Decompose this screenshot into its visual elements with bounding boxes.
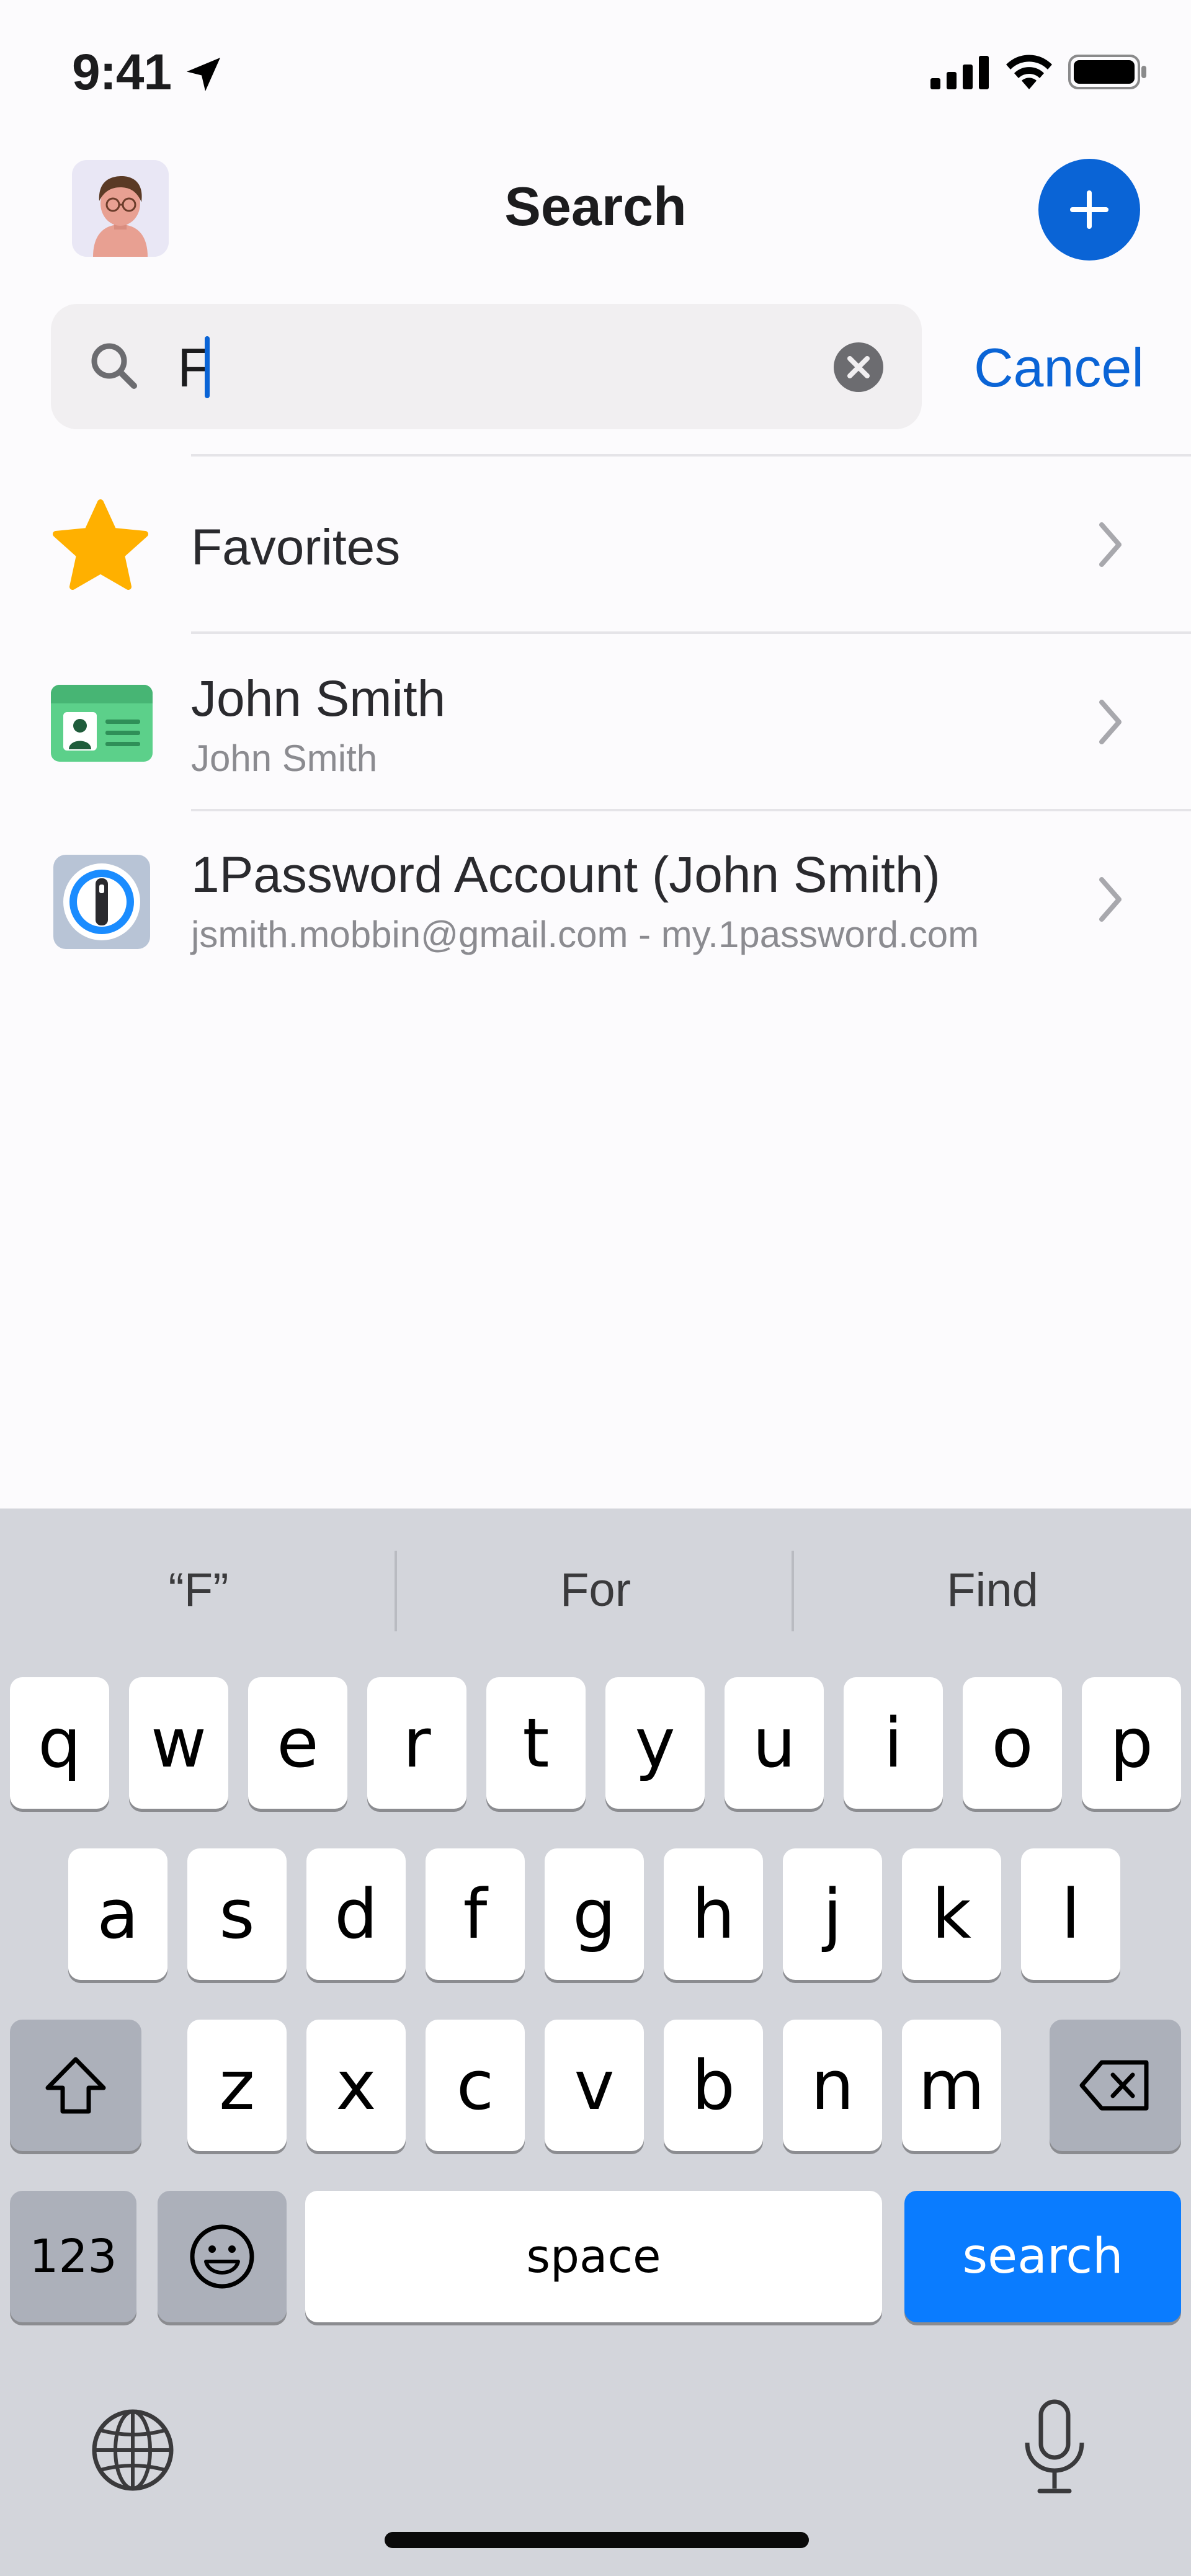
key-i[interactable]: i: [844, 1677, 943, 1809]
clear-icon[interactable]: [832, 341, 885, 393]
key-k[interactable]: k: [902, 1848, 1001, 1980]
search-key[interactable]: search: [904, 2191, 1181, 2322]
list-item-title: John Smith: [191, 671, 446, 727]
search-icon: [91, 343, 137, 389]
text-cursor: [205, 336, 210, 398]
home-indicator: [385, 2532, 809, 2548]
key-q[interactable]: q: [10, 1677, 109, 1809]
key-w[interactable]: w: [129, 1677, 228, 1809]
key-s[interactable]: s: [187, 1848, 287, 1980]
identity-icon: [51, 685, 153, 762]
key-a[interactable]: a: [68, 1848, 167, 1980]
list-item-identity[interactable]: John Smith John Smith: [0, 634, 1191, 810]
battery-icon: [1068, 55, 1146, 89]
numbers-key[interactable]: 123: [10, 2191, 136, 2322]
key-r[interactable]: r: [367, 1677, 466, 1809]
globe-icon[interactable]: [89, 2407, 176, 2494]
list-item-title: 1Password Account (John Smith): [191, 847, 940, 903]
space-key[interactable]: space: [305, 2191, 882, 2322]
suggestion-item[interactable]: For: [403, 1563, 788, 1617]
chevron-right-icon: [1099, 877, 1122, 922]
status-time: 9:41: [72, 44, 172, 100]
key-h[interactable]: h: [664, 1848, 763, 1980]
divider: [792, 1551, 794, 1631]
list-item-favorites[interactable]: Favorites: [0, 457, 1191, 633]
key-m[interactable]: m: [902, 2020, 1001, 2151]
key-z[interactable]: z: [187, 2020, 287, 2151]
key-e[interactable]: e: [248, 1677, 347, 1809]
suggestion-item[interactable]: “F”: [6, 1563, 391, 1617]
star-icon: [53, 499, 148, 590]
signal-icon: [930, 56, 989, 89]
list-item-login[interactable]: 1Password Account (John Smith) jsmith.mo…: [0, 811, 1191, 987]
key-n[interactable]: n: [783, 2020, 882, 2151]
microphone-icon[interactable]: [1017, 2398, 1092, 2497]
backspace-icon: [1079, 2060, 1149, 2111]
key-o[interactable]: o: [963, 1677, 1062, 1809]
emoji-key[interactable]: [158, 2191, 287, 2322]
add-item-button[interactable]: [1038, 159, 1140, 261]
key-d[interactable]: d: [306, 1848, 406, 1980]
shift-key[interactable]: [10, 2020, 141, 2151]
key-p[interactable]: p: [1082, 1677, 1181, 1809]
key-c[interactable]: c: [426, 2020, 525, 2151]
suggestion-item[interactable]: Find: [800, 1563, 1185, 1617]
key-g[interactable]: g: [545, 1848, 644, 1980]
plus-icon: [1070, 190, 1108, 229]
wifi-icon: [1006, 55, 1052, 89]
list-item-subtitle: John Smith: [191, 738, 378, 779]
1password-icon: [53, 855, 150, 949]
cancel-button[interactable]: Cancel: [974, 336, 1144, 399]
location-arrow-icon: [187, 58, 220, 91]
divider: [395, 1551, 397, 1631]
key-l[interactable]: l: [1021, 1848, 1120, 1980]
page-title: Search: [504, 176, 687, 237]
list-item-subtitle: jsmith.mobbin@gmail.com - my.1password.c…: [191, 914, 979, 955]
chevron-right-icon: [1099, 522, 1122, 567]
key-u[interactable]: u: [725, 1677, 824, 1809]
key-v[interactable]: v: [545, 2020, 644, 2151]
key-t[interactable]: t: [486, 1677, 586, 1809]
key-j[interactable]: j: [783, 1848, 882, 1980]
list-item-title: Favorites: [191, 519, 401, 576]
chevron-right-icon: [1099, 700, 1122, 744]
emoji-icon: [190, 2224, 254, 2289]
key-f[interactable]: f: [426, 1848, 525, 1980]
key-b[interactable]: b: [664, 2020, 763, 2151]
key-y[interactable]: y: [605, 1677, 705, 1809]
key-x[interactable]: x: [306, 2020, 406, 2151]
shift-icon: [45, 2057, 106, 2114]
backspace-key[interactable]: [1050, 2020, 1181, 2151]
